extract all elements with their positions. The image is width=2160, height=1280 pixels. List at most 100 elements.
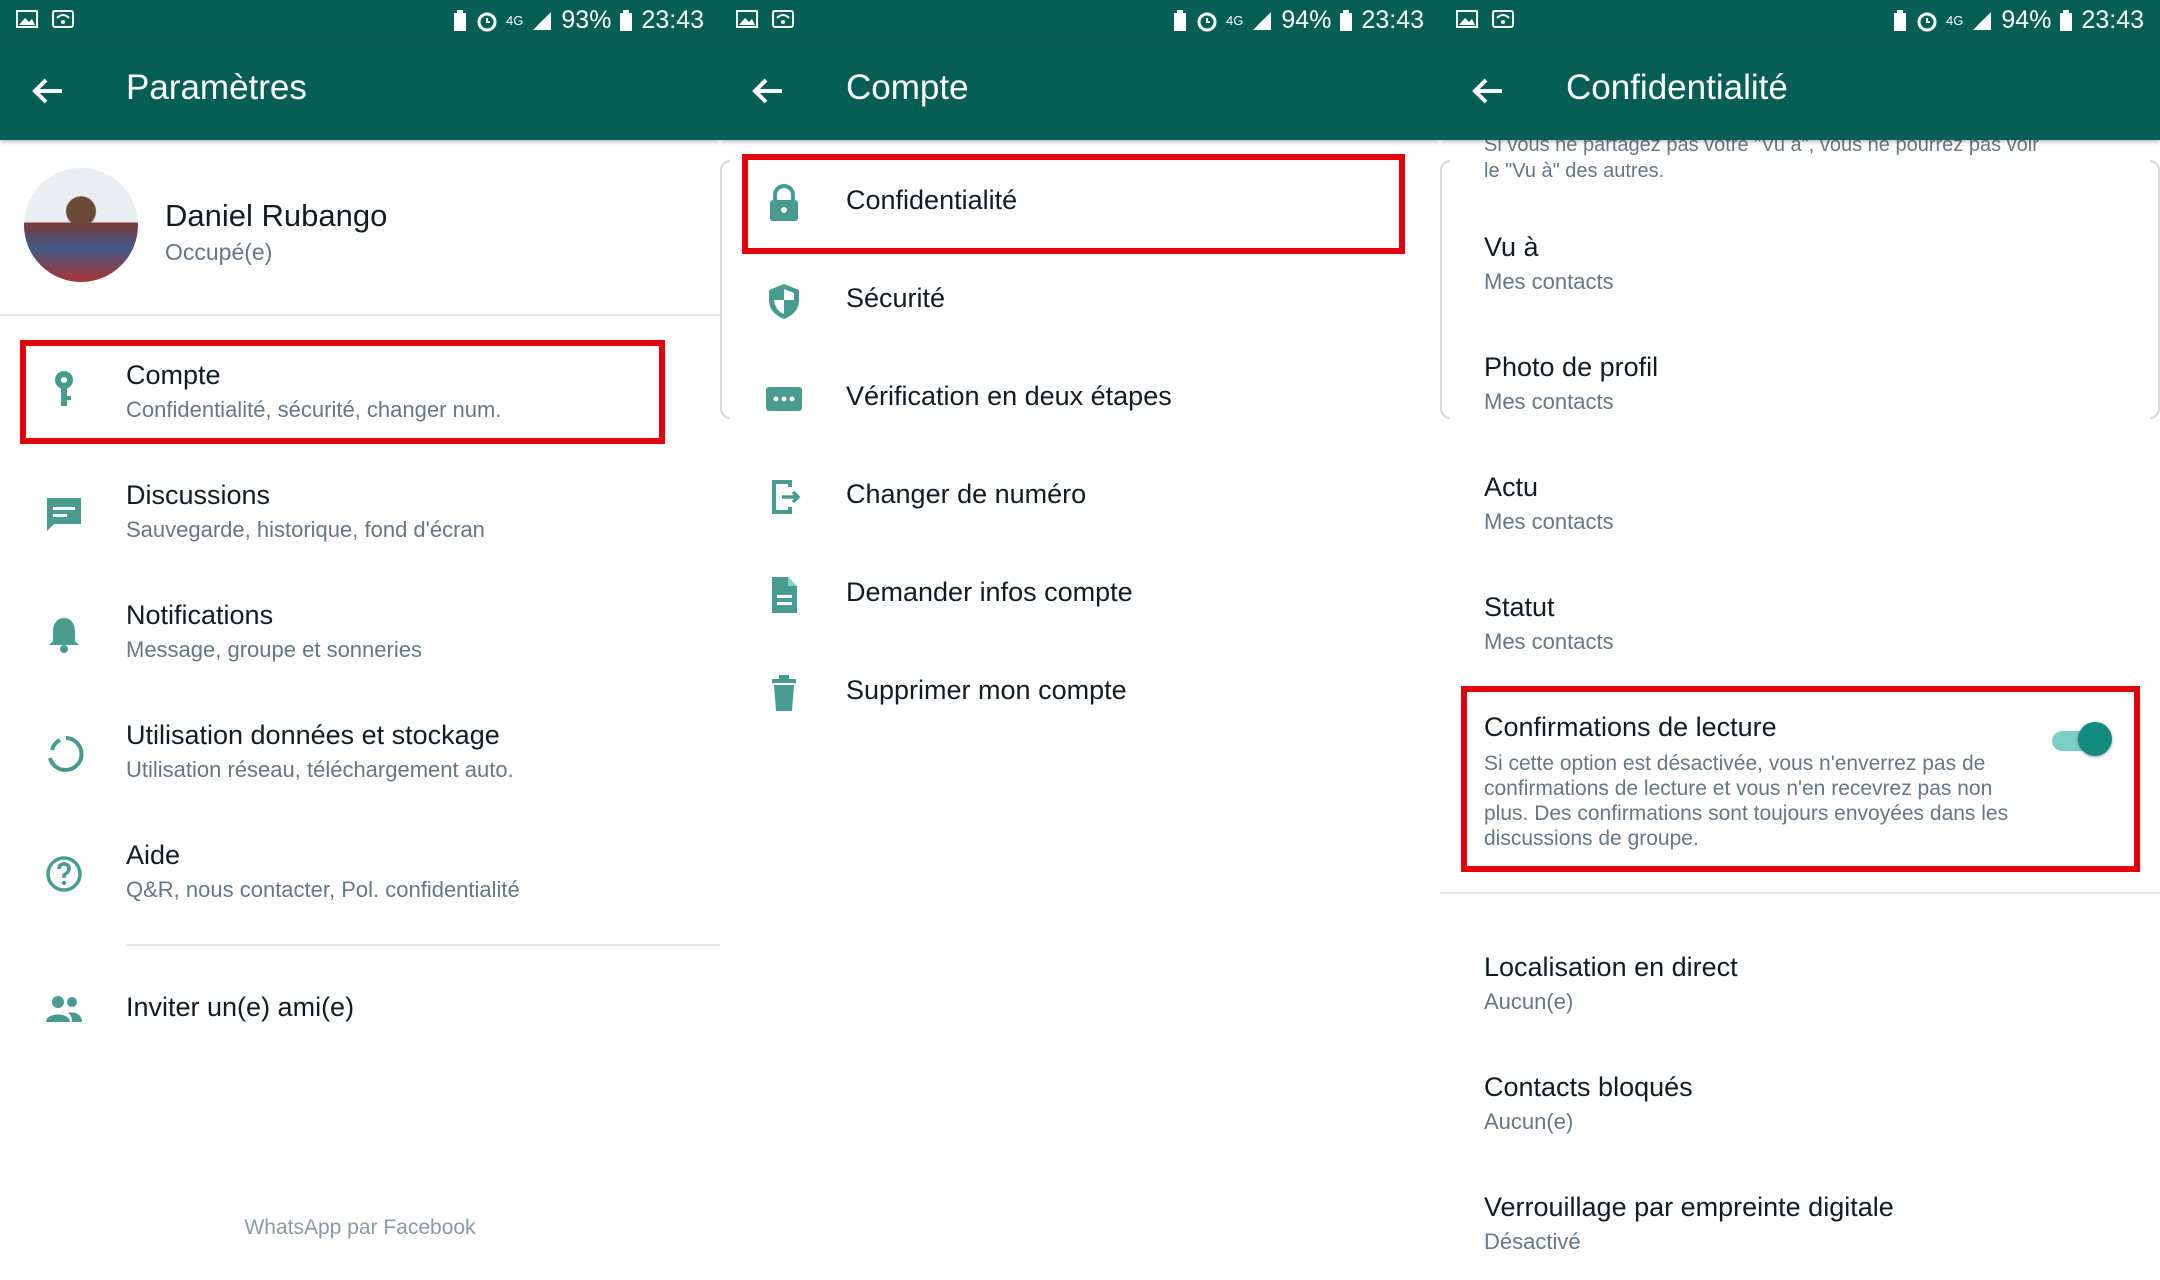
battery-percent: 94% [1281,6,1332,34]
item-label: Statut [1484,592,1555,622]
shield-icon [769,284,799,319]
item-label: Vérification en deux étapes [846,381,1172,411]
signal-icon [1973,11,1992,30]
highlight-box [1461,686,2140,872]
item-value: Mes contacts [1484,269,1614,294]
back-arrow-icon[interactable] [1468,71,1508,111]
settings-screen: 4G 93% 23:43 Paramètres Daniel Rubango O… [0,0,720,1280]
item-sub: Utilisation réseau, téléchargement auto. [126,757,514,782]
settings-item-help[interactable]: Aide Q&R, nous contacter, Pol. confidenti… [0,826,720,926]
item-label: Vu à [1484,232,1539,262]
item-label: Notifications [126,600,274,630]
account-item-change-number[interactable]: Changer de numéro [720,448,1440,546]
divider [126,944,720,946]
privacy-item-fingerprint[interactable]: Verrouillage par empreinte digitale Désac… [1440,1192,2160,1280]
privacy-item-status[interactable]: Statut Mes contacts [1440,592,2160,692]
settings-item-invite[interactable]: Inviter un(e) ami(e) [0,960,720,1060]
privacy-item-about[interactable]: Actu Mes contacts [1440,472,2160,572]
back-arrow-icon[interactable] [748,71,788,111]
account-item-two-step[interactable]: Vérification en deux étapes [720,350,1440,448]
privacy-item-last-seen[interactable]: Vu à Mes contacts [1440,232,2160,332]
item-value: Désactivé [1484,1229,1581,1254]
help-icon [46,856,82,892]
item-label: Verrouillage par empreinte digitale [1484,1192,1894,1222]
page-title: Paramètres [126,68,307,107]
item-label: Photo de profil [1484,352,1659,382]
account-screen: 4G 94% 23:43 Compte Confidentialité Sécu… [720,0,1440,1280]
page-title: Confidentialité [1566,68,1788,107]
item-label: Utilisation données et stockage [126,720,500,750]
battery-icon [1340,9,1353,31]
item-label: Actu [1484,472,1539,502]
image-notification-icon [736,10,758,28]
divider [1440,892,2160,894]
wifi-notification-icon [52,10,74,28]
page-title: Compte [846,68,969,107]
item-value: Mes contacts [1484,389,1614,414]
phone-change-icon [772,480,801,514]
item-sub: Sauvegarde, historique, fond d'écran [126,517,485,542]
trash-icon [772,675,796,711]
back-arrow-icon[interactable] [28,71,68,111]
avatar[interactable] [24,168,138,282]
app-bar: Confidentialité [1440,41,2160,140]
item-label: Inviter un(e) ami(e) [126,992,355,1022]
battery-saver-icon [454,9,467,31]
dots-icon [766,387,802,411]
wifi-notification-icon [772,10,794,28]
battery-percent: 93% [561,6,612,34]
item-label: Supprimer mon compte [846,675,1127,705]
footer-text: WhatsApp par Facebook [244,1216,476,1239]
account-item-security[interactable]: Sécurité [720,252,1440,350]
bell-icon [49,618,79,653]
chat-icon [47,498,81,531]
profile-row[interactable]: Daniel Rubango Occupé(e) [0,146,720,314]
wifi-notification-icon [1492,10,1514,28]
item-value: Aucun(e) [1484,989,1574,1014]
item-value: Mes contacts [1484,629,1614,654]
privacy-item-live-location[interactable]: Localisation en direct Aucun(e) [1440,952,2160,1052]
battery-icon [620,9,633,31]
privacy-screen: 4G 94% 23:43 Si vous ne partagez pas vot… [1440,0,2160,1280]
battery-percent: 94% [2001,6,2052,34]
alarm-icon [1197,12,1217,31]
profile-name: Daniel Rubango [165,198,388,233]
settings-item-data-usage[interactable]: Utilisation données et stockage Utilisati… [0,706,720,806]
signal-icon [1253,11,1272,30]
network-type: 4G [1946,13,1964,28]
item-label: Contacts bloqués [1484,1072,1693,1102]
settings-item-discussions[interactable]: Discussions Sauvegarde, historique, fond … [0,466,720,566]
account-item-request-info[interactable]: Demander infos compte [720,546,1440,644]
image-notification-icon [1456,10,1478,28]
divider [0,314,720,316]
item-label: Demander infos compte [846,577,1133,607]
clock: 23:43 [641,6,704,34]
status-bar: 4G 94% 23:43 [720,0,1440,41]
battery-saver-icon [1174,9,1187,31]
item-value: Aucun(e) [1484,1109,1574,1134]
item-label: Discussions [126,480,271,510]
item-label: Aide [126,840,181,870]
clock: 23:43 [1361,6,1424,34]
network-type: 4G [506,13,524,28]
people-icon [46,996,82,1022]
signal-icon [533,11,552,30]
item-sub: Q&R, nous contacter, Pol. confidentialit… [126,877,520,902]
status-bar: 4G 93% 23:43 [0,0,720,41]
settings-item-notifications[interactable]: Notifications Message, groupe et sonnerie… [0,586,720,686]
highlight-box [742,154,1405,254]
highlight-box [20,340,665,444]
document-icon [772,577,797,613]
privacy-item-blocked[interactable]: Contacts bloqués Aucun(e) [1440,1072,2160,1172]
profile-status: Occupé(e) [165,239,273,265]
battery-saver-icon [1894,9,1907,31]
alarm-icon [1917,12,1937,31]
image-notification-icon [16,10,38,28]
item-label: Sécurité [846,283,946,313]
item-value: Mes contacts [1484,509,1614,534]
clock: 23:43 [2081,6,2144,34]
privacy-item-profile-photo[interactable]: Photo de profil Mes contacts [1440,352,2160,452]
account-item-delete[interactable]: Supprimer mon compte [720,644,1440,742]
network-type: 4G [1226,13,1244,28]
battery-icon [2060,9,2073,31]
